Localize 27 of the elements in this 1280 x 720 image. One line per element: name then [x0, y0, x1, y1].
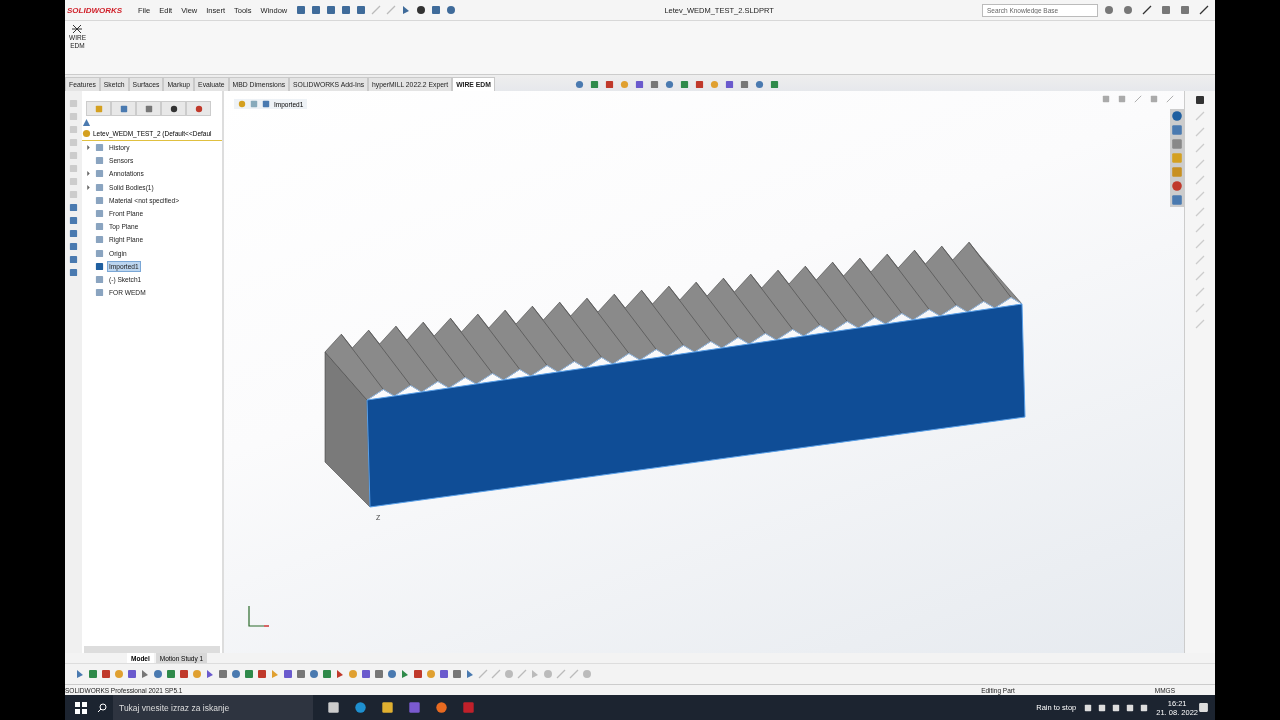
taskbar-app-icon[interactable] [435, 701, 448, 714]
wire-icon [72, 24, 83, 34]
panel-tab[interactable] [161, 101, 186, 116]
windows-start-icon[interactable] [75, 701, 87, 714]
taskbar-search-field[interactable]: Tukaj vnesite izraz za iskanje [113, 695, 313, 720]
tab-icon [119, 104, 128, 113]
filter-icon[interactable] [82, 118, 91, 127]
task-pane-icon[interactable] [1171, 180, 1183, 192]
task-pane-icon[interactable] [1171, 138, 1183, 150]
app-logo: SOLIDWORKS [67, 5, 123, 15]
tab-icon [194, 104, 203, 113]
expand-arrow-icon[interactable] [86, 171, 91, 177]
tab-icon [169, 104, 178, 113]
expand-arrow-icon[interactable] [86, 145, 91, 151]
task-pane-icon[interactable] [1171, 124, 1183, 136]
expand-arrow-icon[interactable] [86, 184, 91, 190]
search-icon [97, 702, 107, 713]
task-pane-icon[interactable] [1171, 194, 1183, 206]
axis-triad-icon [248, 605, 270, 627]
tab-icon [144, 104, 153, 113]
task-pane-icon[interactable] [1171, 110, 1183, 122]
scroll-bar[interactable] [84, 646, 220, 653]
taskbar-app-icon[interactable] [381, 701, 394, 714]
taskbar-app-icon[interactable] [327, 701, 340, 714]
tab-icon [94, 104, 103, 113]
panel-tab[interactable] [186, 101, 211, 116]
taskbar-app-icon[interactable] [354, 701, 367, 714]
